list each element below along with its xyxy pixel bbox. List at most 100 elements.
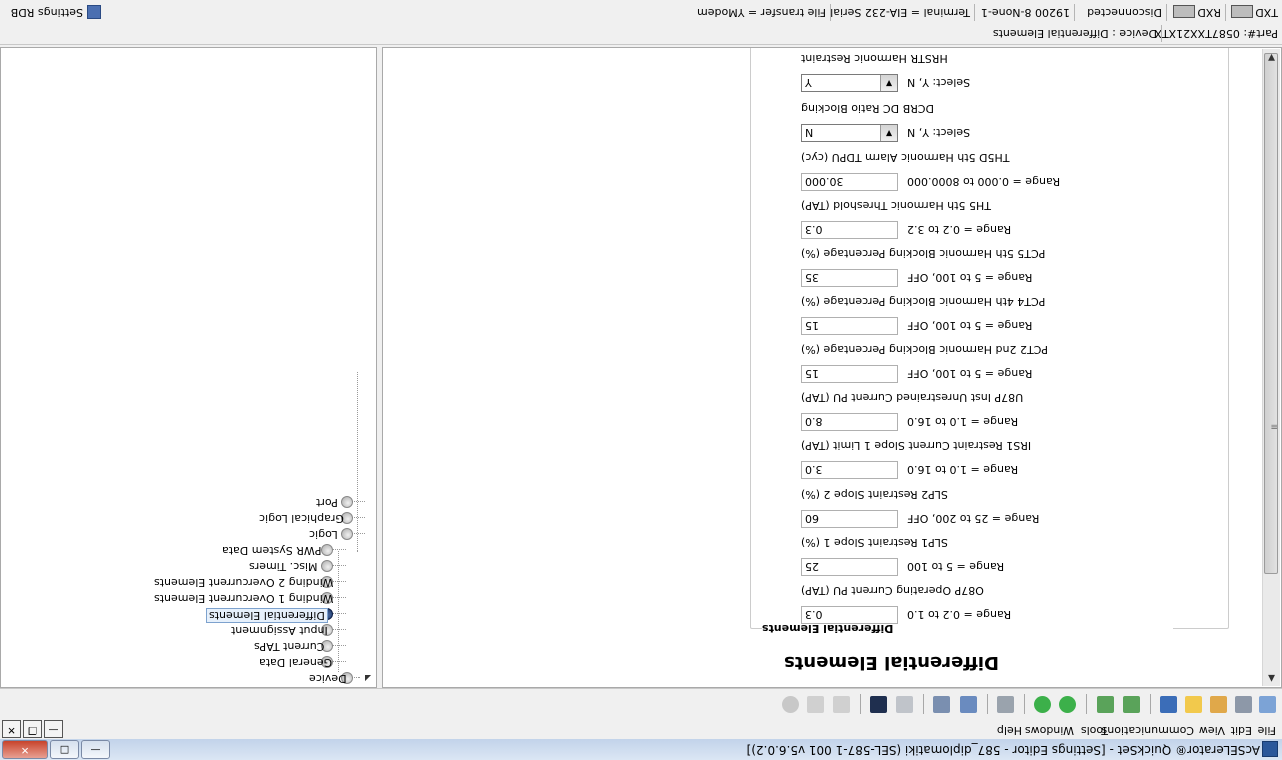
tree-connector [333,549,346,550]
export-icon[interactable] [1097,696,1114,713]
baud-settings: 19200 8-None-1 [977,4,1075,21]
dropdown-arrow-icon[interactable]: ▼ [880,75,897,91]
hrstr-select[interactable]: ▼ Y [801,74,898,92]
th5d-input[interactable]: 30.000 [801,173,898,191]
node-status-icon [341,528,353,540]
setting-label: O87P Operating Current PU (TAP) [801,584,984,597]
tree-node-label: PWR System Data [222,544,322,557]
maximize-button[interactable]: □ [50,740,79,759]
settings-rdb: Settings RDB [5,4,105,21]
pct5-input[interactable]: 35 [801,269,898,287]
title-bar: AcSELerator® QuickSet - [Settings Editor… [0,738,1282,760]
setting-range: Range = 25 to 200, OFF [907,512,1040,525]
u87p-input[interactable]: 8.0 [801,413,898,431]
menu-communications[interactable]: Communications [1102,724,1194,737]
terminal-icon[interactable] [960,696,977,713]
file-transfer-protocol: File transfer = YModem [697,4,831,21]
setting-label: DCRB DC Ratio Blocking [801,102,934,115]
tree-node-label: Device [309,672,347,685]
tree-node-misc-timers[interactable]: Misc. Timers [9,558,374,573]
setting-hrstr: HRSTR Harmonic Restraint ▼ Y Select: Y, … [801,47,1281,95]
open-icon[interactable] [1185,696,1202,713]
setting-range: Select: Y, N [907,76,971,89]
rxd-led-icon [1173,5,1196,19]
event-icon[interactable] [807,696,824,713]
menu-view[interactable]: View [1199,724,1225,737]
pct4-input[interactable]: 15 [801,317,898,335]
dcrb-select-value: N [805,126,814,139]
menu-tools[interactable]: Tools [1081,724,1108,737]
tree-connector [333,565,346,566]
tree-node-input-assignment[interactable]: Input Assignment [9,622,374,637]
mdi-restore-button[interactable]: ❐ [23,720,42,738]
menu-windows[interactable]: Windows [1025,724,1074,737]
help-icon[interactable] [782,696,799,713]
meter-icon[interactable] [896,696,913,713]
read-icon[interactable] [1210,696,1227,713]
download-icon[interactable] [1034,696,1051,713]
pct2-input[interactable]: 15 [801,365,898,383]
toolbar [0,688,1282,720]
transfer-icon[interactable] [933,696,950,713]
tree-node-label: Logic [309,528,338,541]
tree-node-port[interactable]: Port [9,494,374,509]
irs1-input[interactable]: 3.0 [801,461,898,479]
menu-file[interactable]: File [1258,724,1276,737]
setting-dcrb: DCRB DC Ratio Blocking ▼ N Select: Y, N [801,97,1281,145]
tree-node-current-taps[interactable]: Current TAPs [9,638,374,653]
tree-connector [352,677,360,678]
window-title: AcSELerator® QuickSet - [Settings Editor… [746,743,1260,757]
node-status-icon [321,560,333,572]
menu-help[interactable]: Help [997,724,1022,737]
dcrb-select[interactable]: ▼ N [801,124,898,142]
tree-node-pwr-system-data[interactable]: PWR System Data [9,542,374,557]
hrstr-select-value: Y [805,76,812,89]
tree-node-device[interactable]: ◢ Device [9,670,374,685]
tree-node-label: Graphical Logic [259,512,344,525]
close-button[interactable]: ✕ [2,740,48,759]
mdi-minimize-button[interactable]: — [44,720,63,738]
device-path: Device : Differential Elements [993,25,1162,42]
setting-range: Range = 5 to 100, OFF [907,271,1033,284]
page-title: Differential Elements [784,652,999,673]
th5-input[interactable]: 0.3 [801,221,898,239]
tree-node-logic[interactable]: Logic [9,526,374,541]
tree-connector [352,533,365,534]
new-icon[interactable] [1259,696,1276,713]
collapse-arrow-icon[interactable]: ◢ [365,674,371,683]
txd-label: TXD [1255,6,1278,19]
setting-u87p: U87P Inst Unrestrained Current PU (TAP) … [801,386,1281,434]
dropdown-arrow-icon[interactable]: ▼ [880,125,897,141]
setting-range: Range = 0.2 to 3.2 [907,223,1012,236]
tree-node-label: Winding 1 Overcurrent Elements [154,592,334,605]
import-icon[interactable] [1123,696,1140,713]
report-icon[interactable] [833,696,850,713]
upload-icon[interactable] [1059,696,1076,713]
text-settings-icon[interactable] [997,696,1014,713]
tree-node-general-data[interactable]: General Data [9,654,374,669]
slp2-input[interactable]: 60 [801,510,898,528]
o87p-input[interactable]: 0.3 [801,606,898,624]
tree-node-label: Differential Elements [206,608,328,623]
setting-th5d: TH5D 5th Harmonic Alarm TDPU (cyc) 30.00… [801,146,1281,194]
setting-range: Range = 0.2 to 1.0 [907,608,1012,621]
settings-icon[interactable] [1235,696,1252,713]
app-window: AcSELerator® QuickSet - [Settings Editor… [0,0,1282,760]
tree-node-differential-elements[interactable]: Differential Elements [9,606,374,623]
tree-node-graphical-logic[interactable]: Graphical Logic [9,510,374,525]
tree-connector [333,613,346,614]
setting-o87p: O87P Operating Current PU (TAP) 0.3 Rang… [801,579,1281,627]
tree-node-label: General Data [259,656,333,669]
setting-pct2: PCT2 2nd Harmonic Blocking Percentage (%… [801,338,1281,386]
main-area: ▲ ≡ ▼ Differential Elements Differential… [0,47,1282,688]
tree-node-winding-2-overcurrent[interactable]: Winding 2 Overcurrent Elements [9,574,374,589]
menu-edit[interactable]: Edit [1231,724,1252,737]
scroll-up-arrow-icon[interactable]: ▲ [1263,670,1280,686]
slp1-input[interactable]: 25 [801,558,898,576]
minimize-button[interactable]: — [81,740,110,759]
mdi-close-button[interactable]: ✕ [2,720,21,738]
save-icon[interactable] [1160,696,1177,713]
tree-node-winding-1-overcurrent[interactable]: Winding 1 Overcurrent Elements [9,590,374,605]
hmi-icon[interactable] [870,696,887,713]
toolbar-separator [1024,694,1025,714]
